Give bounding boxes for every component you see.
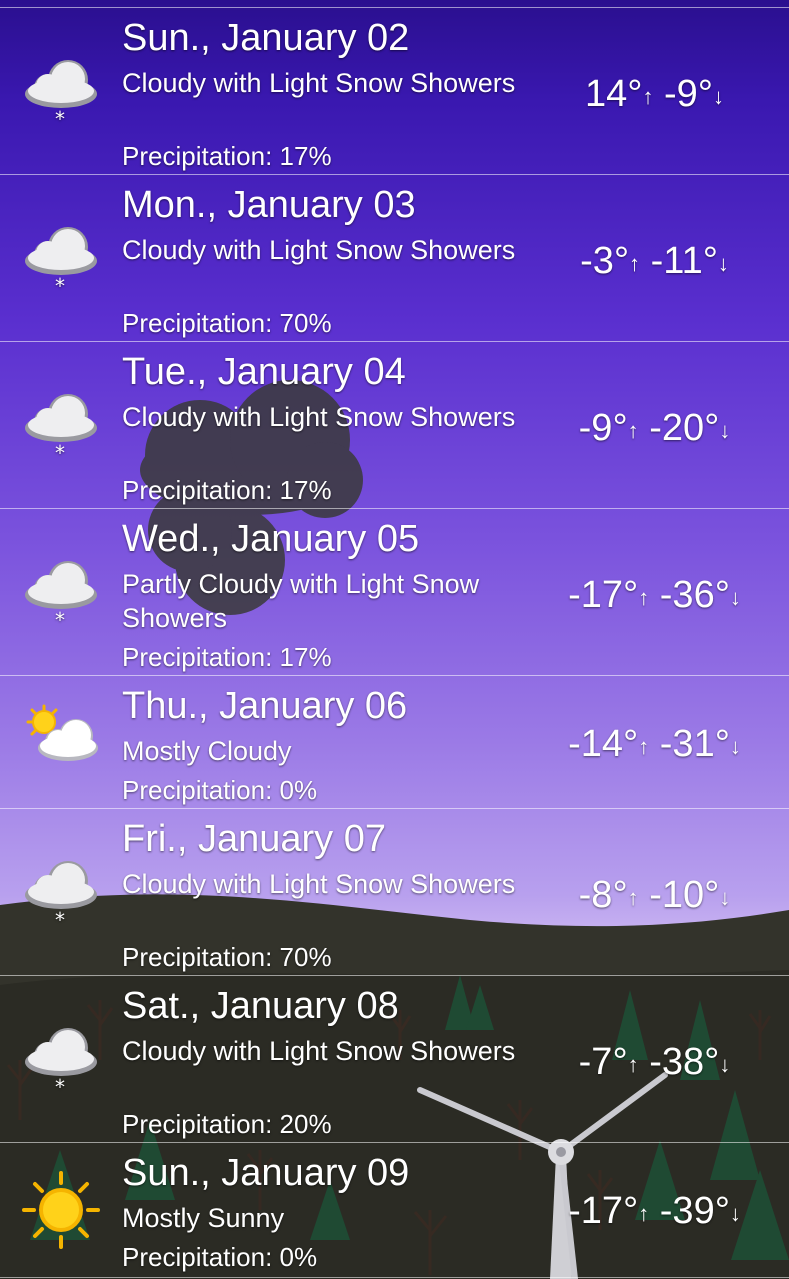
high-temp: -17° (568, 1190, 639, 1232)
forecast-precipitation: Precipitation: 0% (122, 775, 318, 805)
arrow-down-icon: ↓ (729, 585, 741, 610)
high-temp: -9° (578, 407, 628, 449)
cloud-snow-icon: * (25, 394, 97, 465)
forecast-condition: Cloudy with Light Snow Showers (122, 1036, 516, 1066)
low-temp: -9° (664, 73, 713, 115)
svg-text:*: * (55, 608, 65, 632)
cloud-snow-icon: * (25, 1028, 97, 1099)
forecast-row[interactable]: * Wed., January 05 Partly Cloudy with Li… (0, 509, 789, 676)
forecast-precipitation: Precipitation: 70% (122, 942, 332, 972)
cloud-snow-icon: * (25, 60, 97, 131)
forecast-row[interactable]: * Mon., January 03 Cloudy with Light Sno… (0, 175, 789, 342)
arrow-up-icon: ↑ (627, 418, 639, 443)
forecast-date: Sun., January 09 (122, 1152, 410, 1194)
forecast-precipitation: Precipitation: 17% (122, 642, 332, 672)
svg-text:*: * (55, 1075, 65, 1099)
forecast-condition: Cloudy with Light Snow Showers (122, 402, 516, 432)
arrow-up-icon: ↑ (642, 84, 654, 109)
forecast-precipitation: Precipitation: 17% (122, 141, 332, 171)
low-temp: -38° (649, 1041, 720, 1083)
svg-text:*: * (55, 107, 65, 131)
forecast-condition: Cloudy with Light Snow Showers (122, 235, 516, 265)
low-temp: -31° (659, 723, 730, 765)
forecast-precipitation: Precipitation: 70% (122, 308, 332, 338)
low-temp: -10° (649, 874, 720, 916)
arrow-up-icon: ↑ (627, 885, 639, 910)
arrow-up-icon: ↑ (638, 1201, 650, 1226)
svg-text:*: * (55, 441, 65, 465)
arrow-up-icon: ↑ (629, 251, 641, 276)
svg-text:*: * (55, 908, 65, 932)
forecast-temperatures: -3°↑ -11°↓ (520, 239, 789, 286)
forecast-date: Tue., January 04 (122, 351, 406, 393)
forecast-precipitation: Precipitation: 0% (122, 1242, 318, 1272)
forecast-date: Wed., January 05 (122, 518, 420, 560)
forecast-condition: Mostly Cloudy (122, 736, 292, 766)
arrow-up-icon: ↑ (638, 585, 650, 610)
forecast-precipitation: Precipitation: 20% (122, 1109, 332, 1139)
forecast-temperatures: -14°↑ -31°↓ (520, 722, 789, 769)
forecast-temperatures: -8°↑ -10°↓ (520, 873, 789, 920)
forecast-date: Sat., January 08 (122, 985, 399, 1027)
forecast-row[interactable]: * Fri., January 07 Cloudy with Light Sno… (0, 809, 789, 976)
arrow-up-icon: ↑ (638, 734, 650, 759)
sun-cloud-icon (26, 704, 98, 761)
svg-text:*: * (55, 274, 65, 298)
forecast-temperatures: -9°↑ -20°↓ (520, 406, 789, 453)
low-temp: -39° (659, 1190, 730, 1232)
arrow-down-icon: ↓ (719, 885, 731, 910)
forecast-condition: Cloudy with Light Snow Showers (122, 869, 516, 899)
arrow-up-icon: ↑ (627, 1052, 639, 1077)
arrow-down-icon: ↓ (729, 1201, 741, 1226)
forecast-row[interactable]: * Tue., January 04 Cloudy with Light Sno… (0, 342, 789, 509)
forecast-condition: Mostly Sunny (122, 1203, 285, 1233)
forecast-temperatures: -17°↑ -39°↓ (520, 1189, 789, 1236)
low-temp: -36° (659, 574, 730, 616)
forecast-date: Fri., January 07 (122, 818, 386, 860)
forecast-row[interactable]: Sun., January 09 Mostly Sunny Precipitat… (0, 1143, 789, 1278)
cloud-snow-icon: * (25, 227, 97, 298)
forecast-date: Mon., January 03 (122, 184, 416, 226)
low-temp: -11° (650, 240, 718, 282)
high-temp: -3° (580, 240, 630, 282)
high-temp: -8° (578, 874, 628, 916)
forecast-date: Thu., January 06 (122, 685, 408, 727)
forecast-temperatures: 14°↑ -9°↓ (520, 72, 789, 119)
high-temp: -7° (578, 1041, 628, 1083)
cloud-snow-icon: * (25, 561, 97, 632)
forecast-row[interactable]: * Sun., January 02 Cloudy with Light Sno… (0, 8, 789, 175)
forecast-condition: Partly Cloudy with Light Snow Showers (122, 569, 480, 633)
forecast-temperatures: -7°↑ -38°↓ (520, 1040, 789, 1087)
forecast-row[interactable]: Thu., January 06 Mostly Cloudy Precipita… (0, 676, 789, 809)
forecast-temperatures: -17°↑ -36°↓ (520, 573, 789, 620)
forecast-condition: Cloudy with Light Snow Showers (122, 68, 516, 98)
arrow-down-icon: ↓ (713, 84, 724, 109)
forecast-row[interactable]: * Sat., January 08 Cloudy with Light Sno… (0, 976, 789, 1143)
low-temp: -20° (649, 407, 720, 449)
arrow-down-icon: ↓ (719, 1052, 731, 1077)
forecast-precipitation: Precipitation: 17% (122, 475, 332, 505)
cloud-snow-icon: * (25, 861, 97, 932)
high-temp: -14° (568, 723, 639, 765)
high-temp: 14° (584, 73, 643, 115)
high-temp: -17° (568, 574, 639, 616)
sun-icon (22, 1171, 100, 1249)
arrow-down-icon: ↓ (717, 251, 729, 276)
arrow-down-icon: ↓ (719, 418, 731, 443)
forecast-date: Sun., January 02 (122, 17, 410, 59)
arrow-down-icon: ↓ (729, 734, 741, 759)
